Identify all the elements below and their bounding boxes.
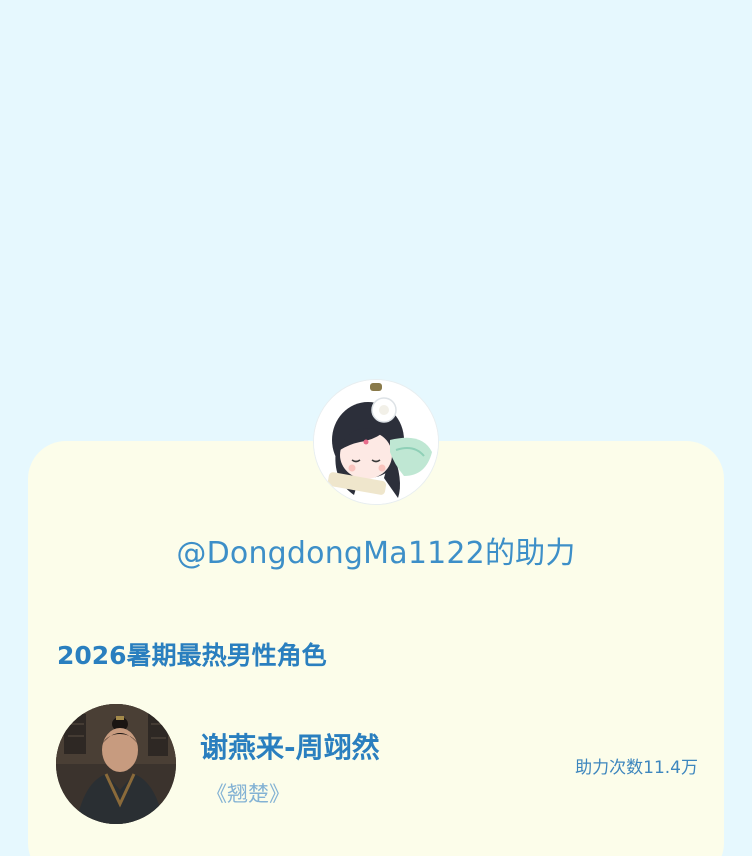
helper-suffix: 的助力 xyxy=(484,536,576,571)
support-label: 助力次数 xyxy=(575,758,644,778)
helper-name[interactable]: @DongdongMa1122 xyxy=(176,536,485,571)
character-avatar[interactable] xyxy=(56,704,176,824)
page: @DongdongMa1122的助力 2026暑期最热男性角色 谢燕来-周翊然 … xyxy=(0,0,752,856)
chibi-girl-avatar-icon xyxy=(314,380,438,504)
character-photo-avatar-icon xyxy=(56,704,176,824)
character-row[interactable]: 谢燕来-周翊然 《翘楚》 助力次数11.4万 xyxy=(56,704,698,824)
character-name[interactable]: 谢燕来-周翊然 xyxy=(200,726,380,766)
support-count: 助力次数11.4万 xyxy=(575,753,698,778)
support-value: 11.4万 xyxy=(643,758,698,778)
section-title: 2026暑期最热男性角色 xyxy=(57,641,327,670)
character-work[interactable]: 《翘楚》 xyxy=(206,778,290,808)
user-avatar[interactable] xyxy=(313,379,439,505)
helper-title: @DongdongMa1122的助力 xyxy=(0,528,752,572)
